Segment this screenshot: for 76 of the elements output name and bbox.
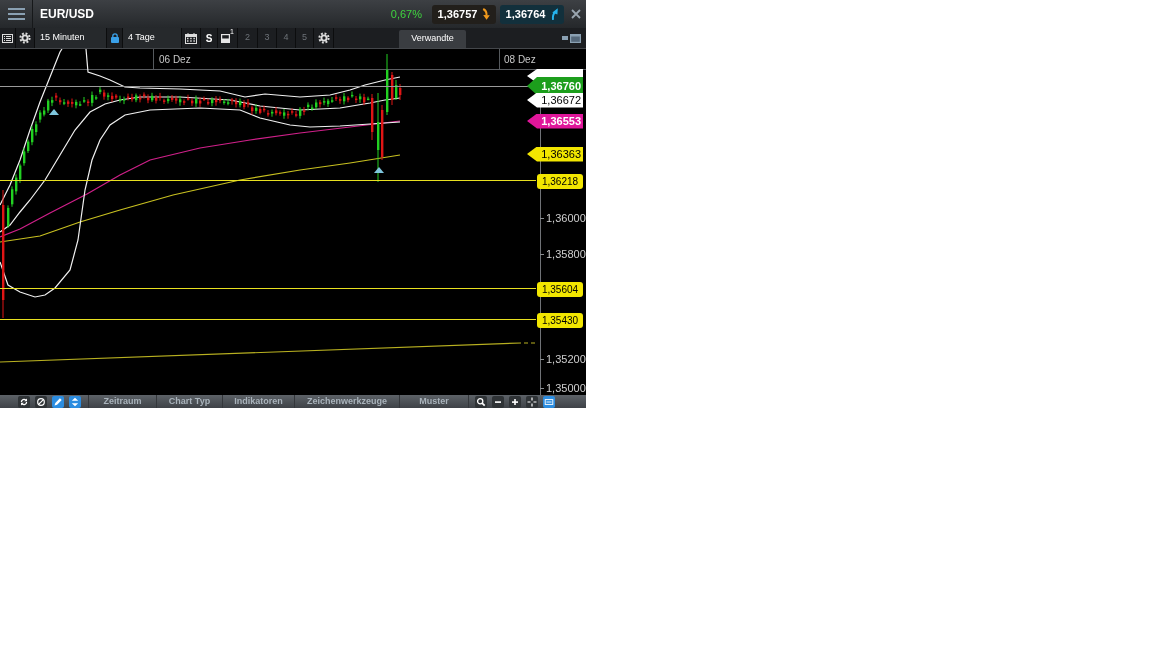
down-arrow-icon [482,8,491,20]
up-candle [395,80,398,100]
price-axis-label: 1,36000 [546,212,586,224]
date-label: 08 Dez [504,53,536,67]
up-candle [135,93,138,103]
pencil-icon[interactable] [52,395,64,408]
toolbar-tab[interactable]: Chart Typ [156,395,222,408]
down-candle [347,96,350,103]
down-candle [391,72,394,105]
sell-price-button[interactable]: 1,36757 [432,4,496,24]
related-tab[interactable]: Verwandte [399,30,466,48]
up-candle [359,93,362,103]
up-down-arrows-icon[interactable] [69,395,81,408]
toolbar-tab[interactable]: Zeichenwerkzeuge [294,395,399,408]
up-candle [179,95,182,106]
up-candle [239,98,242,108]
down-candle [371,94,374,140]
search-icon[interactable] [475,395,487,408]
up-candle [271,109,274,117]
price-axis-label: 1,35800 [546,248,586,260]
price-flag: 1,36218 [537,173,583,189]
up-arrow-icon [550,8,559,20]
down-candle [303,106,306,116]
down-candle [381,105,384,160]
down-candle [399,84,402,100]
settings-icon[interactable] [317,32,330,44]
triangle-marker-icon [374,167,384,173]
interval-dropdown[interactable]: 15 Minuten [35,28,107,48]
up-candle [299,107,302,119]
plus-icon[interactable] [509,395,521,408]
calendar-icon[interactable] [185,32,197,44]
up-candle [167,95,170,104]
toolbar-tab[interactable]: Zeitraum [88,395,156,408]
minus-icon[interactable] [492,395,504,408]
up-candle [211,97,214,107]
refresh-icon[interactable] [18,395,30,408]
change-percent: 0,67% [390,6,422,22]
panel-icon[interactable] [543,395,555,408]
settings-icon[interactable] [19,32,31,44]
up-candle [151,92,154,102]
price-flag: 1,36553 [527,113,583,129]
up-candle [283,109,286,119]
price-axis-label: 1,35000 [546,382,586,394]
down-candle [363,93,366,106]
down-candle [319,100,322,108]
down-candle [87,99,90,107]
list-icon[interactable] [2,33,13,43]
price-flag: 1,36363 [527,146,583,162]
price-flag: 1,36760 [527,77,583,95]
toolbar-tab[interactable]: Muster [399,395,469,408]
up-candle [386,54,389,115]
up-candle [367,96,370,101]
price-flag: 1,35604 [537,281,583,297]
close-icon[interactable] [571,9,581,19]
up-candle [255,104,258,114]
price-axis-label: 1,35200 [546,353,586,365]
up-candle [351,91,354,98]
range-dropdown[interactable]: 4 Tage [123,28,182,48]
toolbar-tab[interactable]: Indikatoren [222,395,294,408]
crosshair-icon[interactable] [526,395,538,408]
lock-icon[interactable] [110,33,119,43]
instrument-title: EUR/USD [40,6,94,23]
up-candle [343,92,346,105]
up-candle [195,95,198,107]
price-flag: 1,35430 [537,312,583,328]
triangle-marker-icon [49,109,59,115]
up-candle [107,92,110,101]
buy-price-button[interactable]: 1,36764 [500,4,564,24]
slashed-circle-icon[interactable] [35,395,47,408]
maximize-icon[interactable] [570,33,581,43]
down-candle [355,96,358,103]
up-candle [63,99,66,106]
date-label: 06 Dez [159,53,191,67]
down-candle [103,89,106,100]
window-icon [221,33,231,43]
menu-icon [7,8,25,20]
